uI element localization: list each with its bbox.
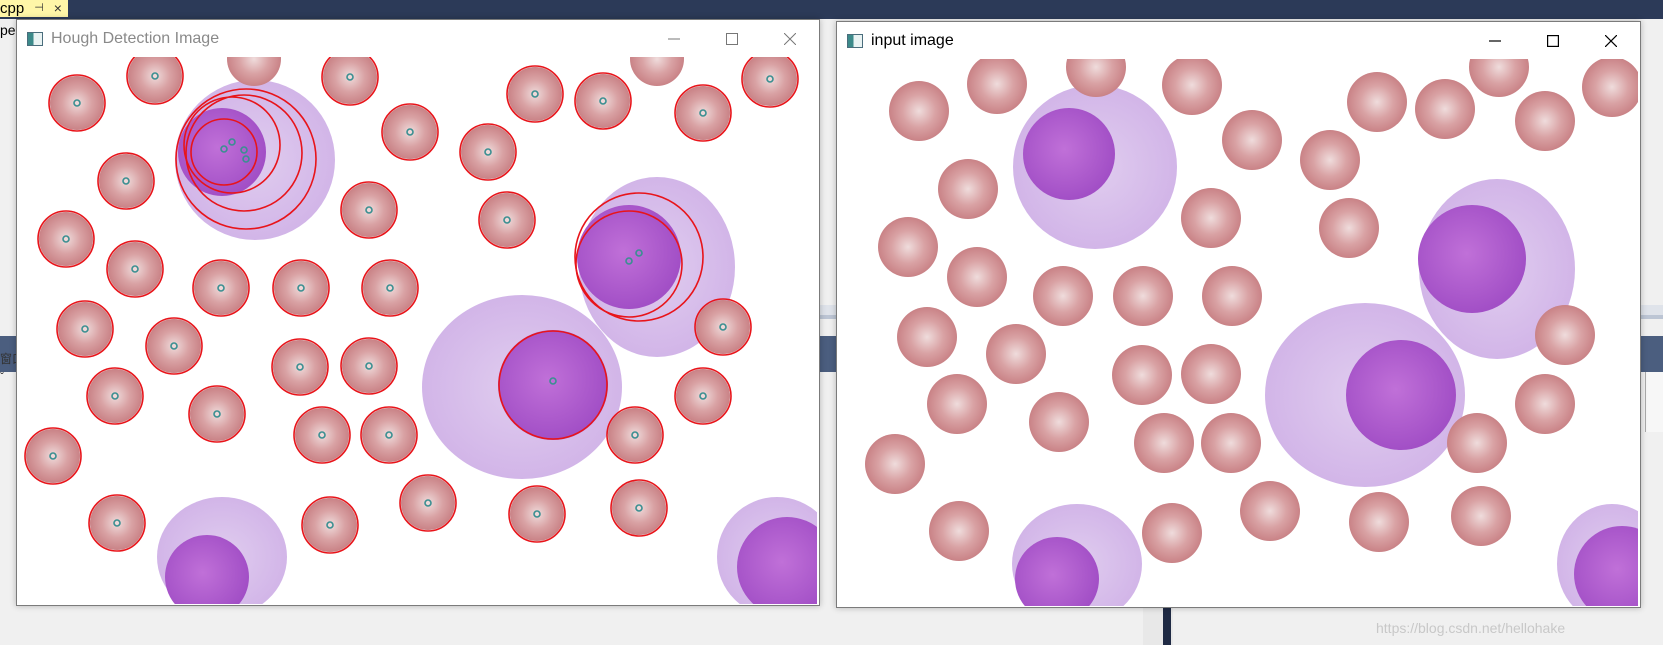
red-blood-cell — [1415, 79, 1475, 139]
red-blood-cell — [39, 212, 93, 266]
red-blood-cell — [401, 476, 455, 530]
window-title-bar[interactable]: input image — [837, 22, 1640, 59]
red-blood-cell — [383, 105, 437, 159]
red-blood-cell — [676, 86, 730, 140]
red-blood-cell — [1113, 266, 1173, 326]
red-blood-cell — [1349, 492, 1409, 552]
red-blood-cell — [362, 408, 416, 462]
red-blood-cell — [1033, 266, 1093, 326]
ide-title-bar — [0, 0, 1663, 19]
red-blood-cell — [927, 374, 987, 434]
red-blood-cell — [147, 319, 201, 373]
window-title: input image — [871, 31, 954, 49]
ide-scrollbar-thumb[interactable] — [1163, 606, 1171, 645]
red-blood-cell — [696, 300, 750, 354]
watermark: https://blog.csdn.net/hellohake — [1376, 620, 1566, 636]
red-blood-cell — [26, 429, 80, 483]
cell-nucleus — [577, 205, 681, 309]
cell-nucleus — [1418, 205, 1526, 313]
red-blood-cell — [1029, 392, 1089, 452]
maximize-icon[interactable] — [703, 20, 761, 57]
window-controls — [1466, 22, 1640, 59]
red-blood-cell — [947, 247, 1007, 307]
red-blood-cell — [58, 302, 112, 356]
red-blood-cell — [889, 81, 949, 141]
red-blood-cell — [510, 487, 564, 541]
red-blood-cell — [608, 408, 662, 462]
ide-right-edge — [1645, 372, 1663, 432]
red-blood-cell — [676, 369, 730, 423]
red-blood-cell — [986, 324, 1046, 384]
red-blood-cell — [342, 339, 396, 393]
input-image-window[interactable]: input image — [836, 21, 1641, 608]
red-blood-cell — [1142, 503, 1202, 563]
tab-label: cpp — [0, 0, 25, 17]
red-blood-cell — [612, 481, 666, 535]
pin-icon[interactable]: ⊣ — [34, 0, 44, 17]
close-icon[interactable] — [761, 20, 819, 57]
red-blood-cell — [99, 154, 153, 208]
red-blood-cell — [1202, 266, 1262, 326]
red-blood-cell — [865, 434, 925, 494]
red-blood-cell — [1319, 198, 1379, 258]
window-title: Hough Detection Image — [51, 29, 220, 47]
red-blood-cell — [342, 183, 396, 237]
red-blood-cell — [508, 67, 562, 121]
red-blood-cell — [878, 217, 938, 277]
red-blood-cell — [90, 496, 144, 550]
red-blood-cell — [50, 76, 104, 130]
red-blood-cell — [1134, 413, 1194, 473]
red-blood-cell — [88, 369, 142, 423]
red-blood-cell — [1515, 91, 1575, 151]
cell-nucleus — [1346, 340, 1456, 450]
input-image — [837, 59, 1638, 606]
red-blood-cell — [1201, 413, 1261, 473]
red-blood-cell — [1451, 486, 1511, 546]
hough-detection-image — [17, 57, 817, 604]
red-blood-cell — [1300, 130, 1360, 190]
tab-close-icon[interactable]: × — [54, 0, 62, 17]
red-blood-cell — [108, 242, 162, 296]
red-blood-cell — [274, 261, 328, 315]
red-blood-cell — [295, 408, 349, 462]
red-blood-cell — [363, 261, 417, 315]
opencv-window-icon — [847, 33, 863, 48]
red-blood-cell — [1181, 344, 1241, 404]
red-blood-cell — [190, 387, 244, 441]
red-blood-cell — [1535, 305, 1595, 365]
red-blood-cell — [938, 159, 998, 219]
red-blood-cell — [1112, 345, 1172, 405]
hough-detection-window[interactable]: Hough Detection Image — [16, 19, 820, 606]
red-blood-cell — [461, 125, 515, 179]
maximize-icon[interactable] — [1524, 22, 1582, 59]
red-blood-cell — [1515, 374, 1575, 434]
red-blood-cell — [929, 501, 989, 561]
red-blood-cell — [303, 498, 357, 552]
red-blood-cell — [1222, 110, 1282, 170]
red-blood-cell — [1181, 188, 1241, 248]
red-blood-cell — [897, 307, 957, 367]
window-title-bar[interactable]: Hough Detection Image — [17, 20, 819, 57]
red-blood-cell — [480, 193, 534, 247]
minimize-icon[interactable] — [645, 20, 703, 57]
red-blood-cell — [1447, 413, 1507, 473]
ide-file-tab[interactable]: cpp ⊣ × — [0, 0, 68, 17]
red-blood-cell — [576, 74, 630, 128]
close-icon[interactable] — [1582, 22, 1640, 59]
minimize-icon[interactable] — [1466, 22, 1524, 59]
red-blood-cell — [194, 261, 248, 315]
red-blood-cell — [1240, 481, 1300, 541]
red-blood-cell — [1347, 72, 1407, 132]
window-controls — [645, 20, 819, 57]
opencv-window-icon — [27, 31, 43, 46]
red-blood-cell — [273, 340, 327, 394]
cell-nucleus — [1023, 108, 1115, 200]
